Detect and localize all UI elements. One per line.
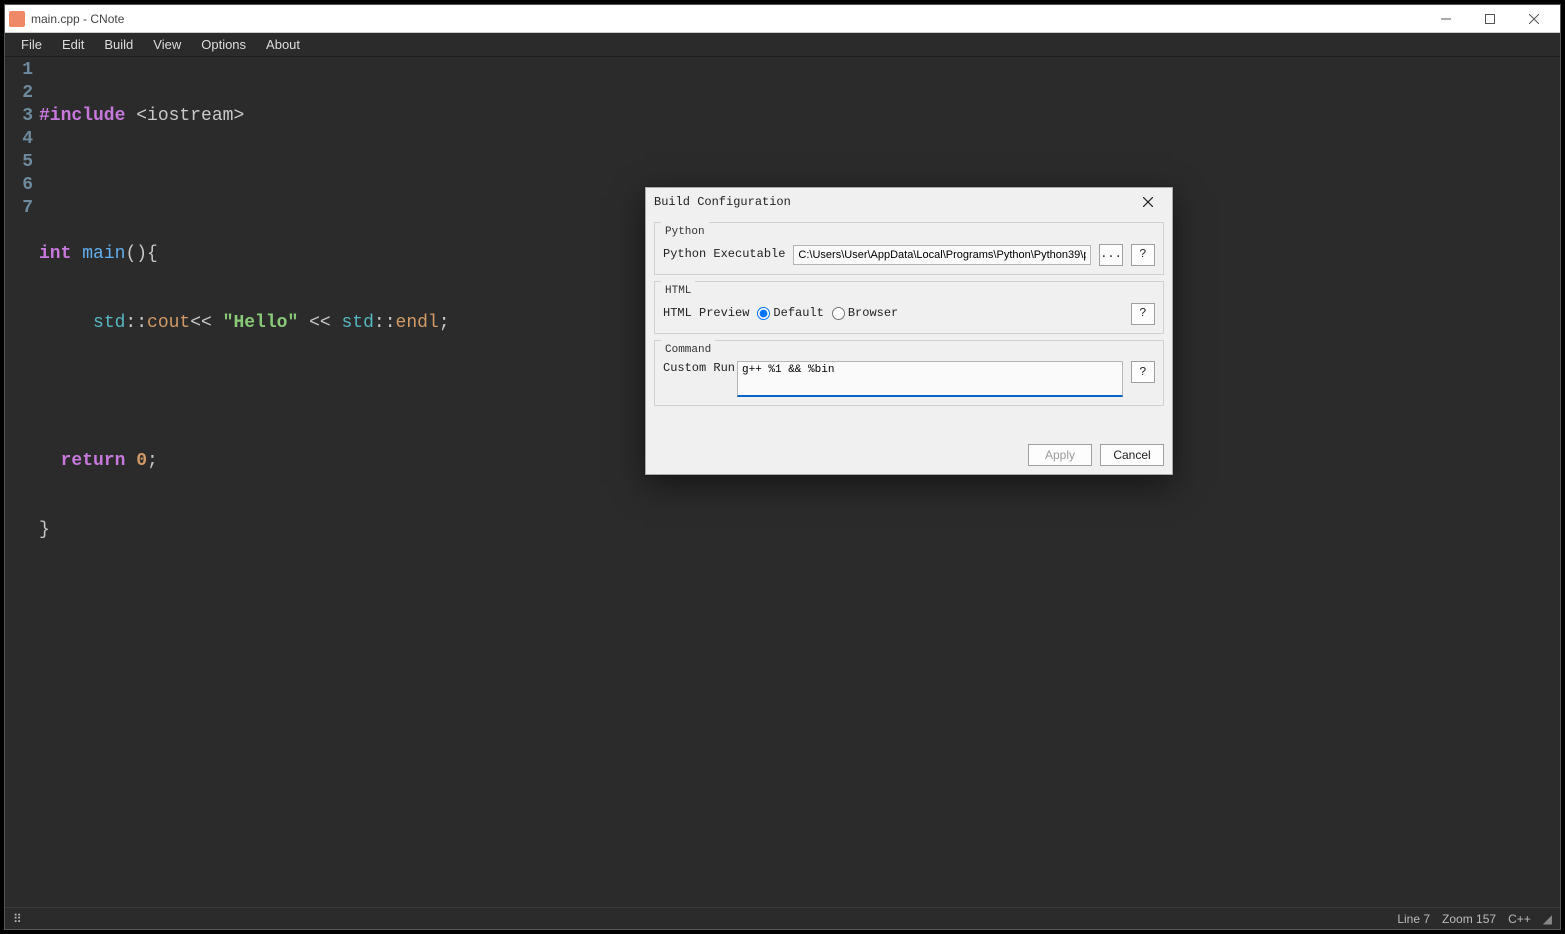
help-button-html[interactable]: ? [1131, 303, 1155, 325]
menu-about[interactable]: About [256, 34, 310, 55]
token-space [125, 451, 136, 471]
radio-default[interactable] [757, 307, 770, 320]
browse-button[interactable]: ... [1099, 244, 1123, 266]
app-icon [9, 11, 25, 27]
line-gutter: 1 2 3 4 5 6 7 [5, 57, 39, 907]
custom-run-input[interactable] [737, 361, 1123, 397]
radio-default-wrap[interactable]: Default [757, 302, 823, 325]
token-ns: std [93, 313, 125, 333]
line-number: 2 [5, 82, 33, 105]
menu-build[interactable]: Build [94, 34, 143, 55]
statusbar: ⠿ Line 7 Zoom 157 C++ ◢ [5, 907, 1560, 929]
maximize-icon [1485, 14, 1495, 24]
token-plain: <iostream> [125, 106, 244, 126]
token-op: << [298, 313, 341, 333]
token-keyword: #include [39, 106, 125, 126]
token-ident: main [82, 244, 125, 264]
group-command: Command Custom Run Command ? [654, 340, 1164, 406]
help-button-command[interactable]: ? [1131, 361, 1155, 383]
radio-browser-wrap[interactable]: Browser [832, 302, 898, 325]
dialog-body: Python Python Executable ... ? HTML HTML… [646, 216, 1172, 436]
radio-browser[interactable] [832, 307, 845, 320]
menu-file[interactable]: File [11, 34, 52, 55]
minimize-button[interactable] [1424, 5, 1468, 33]
token-punct: (){ [125, 244, 157, 264]
group-html: HTML HTML Preview Default Browser ? [654, 281, 1164, 334]
token-punct: :: [374, 313, 396, 333]
token-ns: std [342, 313, 374, 333]
token-number: 0 [136, 451, 147, 471]
dialog-footer: Apply Cancel [646, 436, 1172, 474]
app-window: main.cpp - CNote File Edit Build View Op… [4, 4, 1561, 930]
token-indent [39, 451, 61, 471]
group-python-legend: Python [661, 221, 709, 244]
menu-options[interactable]: Options [191, 34, 256, 55]
maximize-button[interactable] [1468, 5, 1512, 33]
close-icon [1143, 197, 1153, 207]
menu-edit[interactable]: Edit [52, 34, 94, 55]
token-punct: ; [439, 313, 450, 333]
html-preview-label: HTML Preview [663, 302, 749, 325]
custom-run-label: Custom Run Command [663, 361, 729, 375]
line-number: 7 [5, 197, 33, 220]
statusbar-lang: C++ [1508, 912, 1531, 926]
build-config-dialog: Build Configuration Python Python Execut… [645, 187, 1173, 475]
token-keyword: return [61, 451, 126, 471]
token-ident: endl [396, 313, 439, 333]
statusbar-resize-grip-icon[interactable]: ◢ [1543, 912, 1552, 926]
window-title: main.cpp - CNote [31, 12, 1424, 26]
line-number: 6 [5, 174, 33, 197]
token-string: "Hello" [223, 313, 299, 333]
token-keyword: int [39, 244, 71, 264]
python-exec-label: Python Executable [663, 243, 785, 266]
token-op: << [190, 313, 222, 333]
line-number: 5 [5, 151, 33, 174]
group-html-legend: HTML [661, 280, 695, 303]
statusbar-zoom: Zoom 157 [1442, 912, 1496, 926]
dialog-titlebar[interactable]: Build Configuration [646, 188, 1172, 216]
radio-default-label: Default [773, 302, 823, 325]
dialog-close-button[interactable] [1132, 190, 1164, 214]
line-number: 4 [5, 128, 33, 151]
help-button-python[interactable]: ? [1131, 244, 1155, 266]
code-area[interactable]: #include <iostream> int main(){ std::cou… [39, 57, 450, 907]
radio-browser-label: Browser [848, 302, 898, 325]
close-icon [1529, 14, 1539, 24]
menu-view[interactable]: View [143, 34, 191, 55]
titlebar: main.cpp - CNote [5, 5, 1560, 33]
dialog-title: Build Configuration [654, 191, 1132, 214]
cancel-button[interactable]: Cancel [1100, 444, 1164, 466]
apply-button[interactable]: Apply [1028, 444, 1092, 466]
line-number: 3 [5, 105, 33, 128]
statusbar-grip-icon: ⠿ [13, 912, 22, 926]
menubar: File Edit Build View Options About [5, 33, 1560, 57]
token-punct: ; [147, 451, 158, 471]
line-number: 1 [5, 59, 33, 82]
minimize-icon [1441, 14, 1451, 24]
token-punct: } [39, 520, 50, 540]
group-command-legend: Command [661, 339, 715, 362]
token-indent [39, 313, 93, 333]
close-button[interactable] [1512, 5, 1556, 33]
token-ident: cout [147, 313, 190, 333]
token-punct: :: [125, 313, 147, 333]
code-editor[interactable]: 1 2 3 4 5 6 7 #include <iostream> int ma… [5, 57, 1560, 907]
group-python: Python Python Executable ... ? [654, 222, 1164, 275]
python-exec-input[interactable] [793, 245, 1091, 265]
statusbar-line: Line 7 [1397, 912, 1430, 926]
